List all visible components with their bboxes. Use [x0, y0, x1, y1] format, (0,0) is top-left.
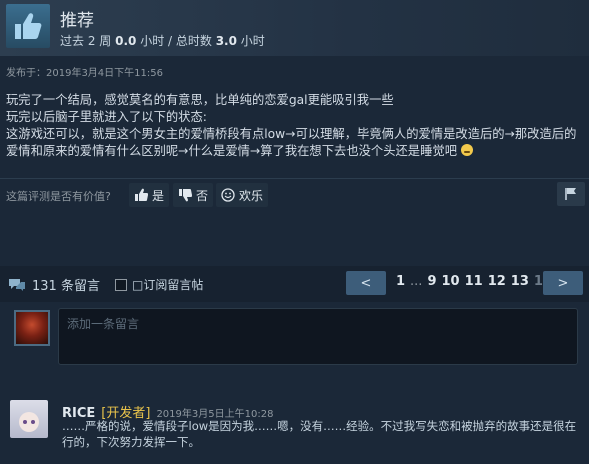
comment-text: ……严格的说，爱情段子low是因为我……嗯，没有……经验。不过我写失恋和被抛弃的…	[62, 419, 577, 449]
vote-yes-label: 是	[152, 188, 165, 203]
thumbs-up-icon	[15, 13, 42, 39]
playtime-summary: 过去 2 周 0.0 小时 / 总时数 3.0 小时	[60, 32, 265, 49]
comment-count: 131 条留言	[8, 275, 100, 294]
page-link[interactable]: 9	[427, 274, 436, 289]
avatar-eye	[31, 420, 35, 424]
comment-input[interactable]: 添加一条留言	[58, 308, 578, 365]
review-line-3-text: 这游戏还可以，就是这个男女主的爱情桥段有点low→可以理解，毕竟俩人的爱情是改造…	[6, 127, 577, 158]
posted-date: 发布于：2019年3月4日下午11:56	[6, 68, 163, 79]
subscribe-toggle[interactable]: □订阅留言帖	[115, 276, 203, 293]
recommended-badge	[6, 4, 50, 48]
subscribe-label: □订阅留言帖	[132, 278, 204, 292]
commenter-avatar[interactable]	[10, 400, 48, 438]
playtime-mid: 小时 / 总时数	[140, 34, 212, 48]
pager-next-button[interactable]: >	[543, 271, 583, 295]
comment-count-label: 131 条留言	[32, 279, 100, 294]
playtime-total: 3.0	[215, 34, 237, 48]
playtime-recent: 0.0	[115, 34, 137, 48]
subscribe-checkbox[interactable]	[115, 278, 127, 291]
page-link[interactable]: 12	[488, 274, 506, 289]
avatar-face	[19, 412, 39, 432]
vote-no-label: 否	[196, 188, 209, 203]
vote-funny-button[interactable]: 欢乐	[216, 183, 269, 207]
review-line-2: 玩完以后脑子里就进入了以下的状态:	[6, 110, 207, 124]
vote-funny-label: 欢乐	[239, 188, 264, 203]
vote-yes-button[interactable]: 是	[129, 183, 170, 207]
review-line-3: 这游戏还可以，就是这个男女主的爱情桥段有点low→可以理解，毕竟俩人的爱情是改造…	[6, 126, 586, 160]
playtime-prefix: 过去 2 周	[60, 34, 112, 48]
avatar[interactable]	[14, 310, 50, 346]
crying-emoji-icon	[460, 144, 473, 156]
divider	[0, 178, 589, 179]
page-ellipsis: ...	[410, 274, 423, 289]
page-link[interactable]: 10	[442, 274, 460, 289]
smile-icon	[221, 188, 235, 202]
pager-pages: 1 ... 9 10 11 12 13 14	[396, 274, 552, 289]
page-link[interactable]: 1	[396, 274, 405, 289]
thumbs-down-icon	[179, 189, 192, 202]
page-link[interactable]: 13	[511, 274, 529, 289]
flag-icon	[565, 188, 576, 200]
review-line-1: 玩完了一个结局，感觉莫名的有意思，比单纯的恋爱gal更能吸引我一些	[6, 93, 394, 107]
recommendation-title: 推荐	[60, 11, 94, 31]
vote-no-button[interactable]: 否	[173, 183, 214, 207]
page-link[interactable]: 11	[465, 274, 483, 289]
helpful-question: 这篇评测是否有价值?	[6, 190, 111, 203]
playtime-suffix: 小时	[240, 34, 265, 48]
report-button[interactable]	[557, 182, 585, 206]
avatar-eye	[23, 420, 27, 424]
pager-prev-button[interactable]: <	[346, 271, 386, 295]
comment-icon	[9, 278, 25, 291]
review-body: 玩完了一个结局，感觉莫名的有意思，比单纯的恋爱gal更能吸引我一些 玩完以后脑子…	[6, 92, 586, 160]
thumbs-up-icon	[135, 188, 148, 201]
